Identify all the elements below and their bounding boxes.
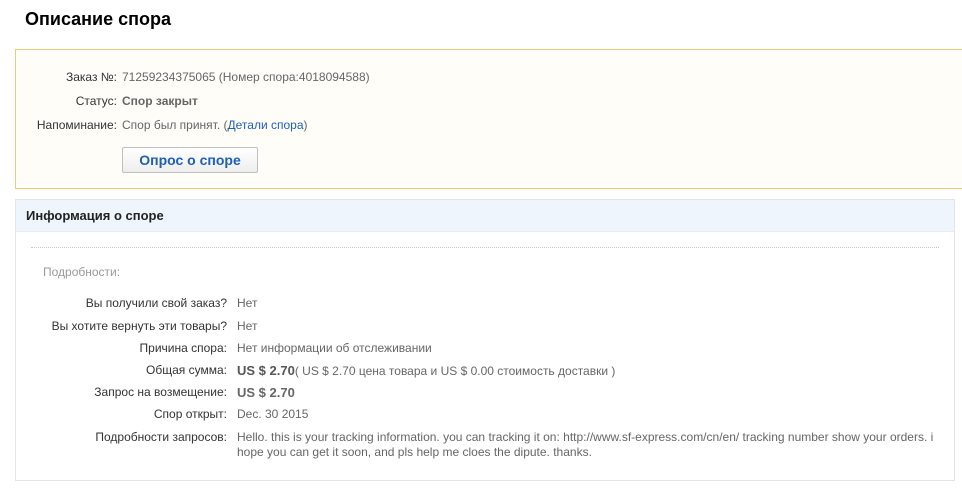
total-amount: US $ 2.70 [237, 363, 295, 378]
dispute-info-panel: Информация о споре Подробности: Вы получ… [15, 199, 955, 481]
dispute-status-box: Заказ №: 71259234375065 (Номер спора:401… [15, 49, 962, 189]
dispute-survey-button[interactable]: Опрос о споре [122, 147, 258, 173]
reminder-close-paren: ) [303, 118, 308, 132]
order-number-label: Заказ №: [65, 70, 117, 84]
dispute-details-link[interactable]: Детали спора [228, 118, 304, 132]
dispute-info-header: Информация о споре [16, 200, 954, 232]
refund-amount: US $ 2.70 [237, 385, 295, 400]
received-label: Вы получили свой заказ? [85, 296, 227, 310]
refund-label: Запрос на возмещение: [94, 385, 227, 399]
page-title: Описание спора [25, 9, 172, 29]
opened-date: Dec. 30 2015 [237, 407, 309, 421]
request-label: Подробности запросов: [95, 430, 227, 444]
reason-value: Нет информации об отслеживании [237, 341, 432, 355]
return-label: Вы хотите вернуть эти товары? [51, 319, 227, 333]
reminder-value: Спор был принят. (Детали спора) [122, 117, 308, 133]
total-value: US $ 2.70( US $ 2.70 цена товара и US $ … [237, 363, 937, 379]
reason-label: Причина спора: [139, 341, 227, 355]
received-value: Нет [237, 296, 258, 310]
order-number-row: Заказ №: 71259234375065 (Номер спора:401… [16, 69, 962, 85]
status-badge: Спор закрыт [122, 94, 198, 108]
reminder-row: Напоминание: Спор был принят. (Детали сп… [16, 117, 962, 133]
reminder-label: Напоминание: [36, 118, 117, 132]
return-value: Нет [237, 319, 258, 333]
divider [31, 247, 939, 248]
status-label: Статус: [75, 94, 117, 108]
status-row: Статус: Спор закрыт [16, 93, 962, 109]
opened-label: Спор открыт: [153, 407, 227, 421]
request-details: Hello. this is your tracking information… [237, 430, 934, 459]
total-label: Общая сумма: [146, 363, 227, 377]
reminder-text: Спор был принят. ( [122, 118, 228, 132]
total-breakdown: ( US $ 2.70 цена товара и US $ 0.00 стои… [294, 364, 616, 378]
order-number-value: 71259234375065 (Номер спора:4018094588) [122, 70, 370, 84]
details-caption: Подробности: [43, 265, 121, 279]
